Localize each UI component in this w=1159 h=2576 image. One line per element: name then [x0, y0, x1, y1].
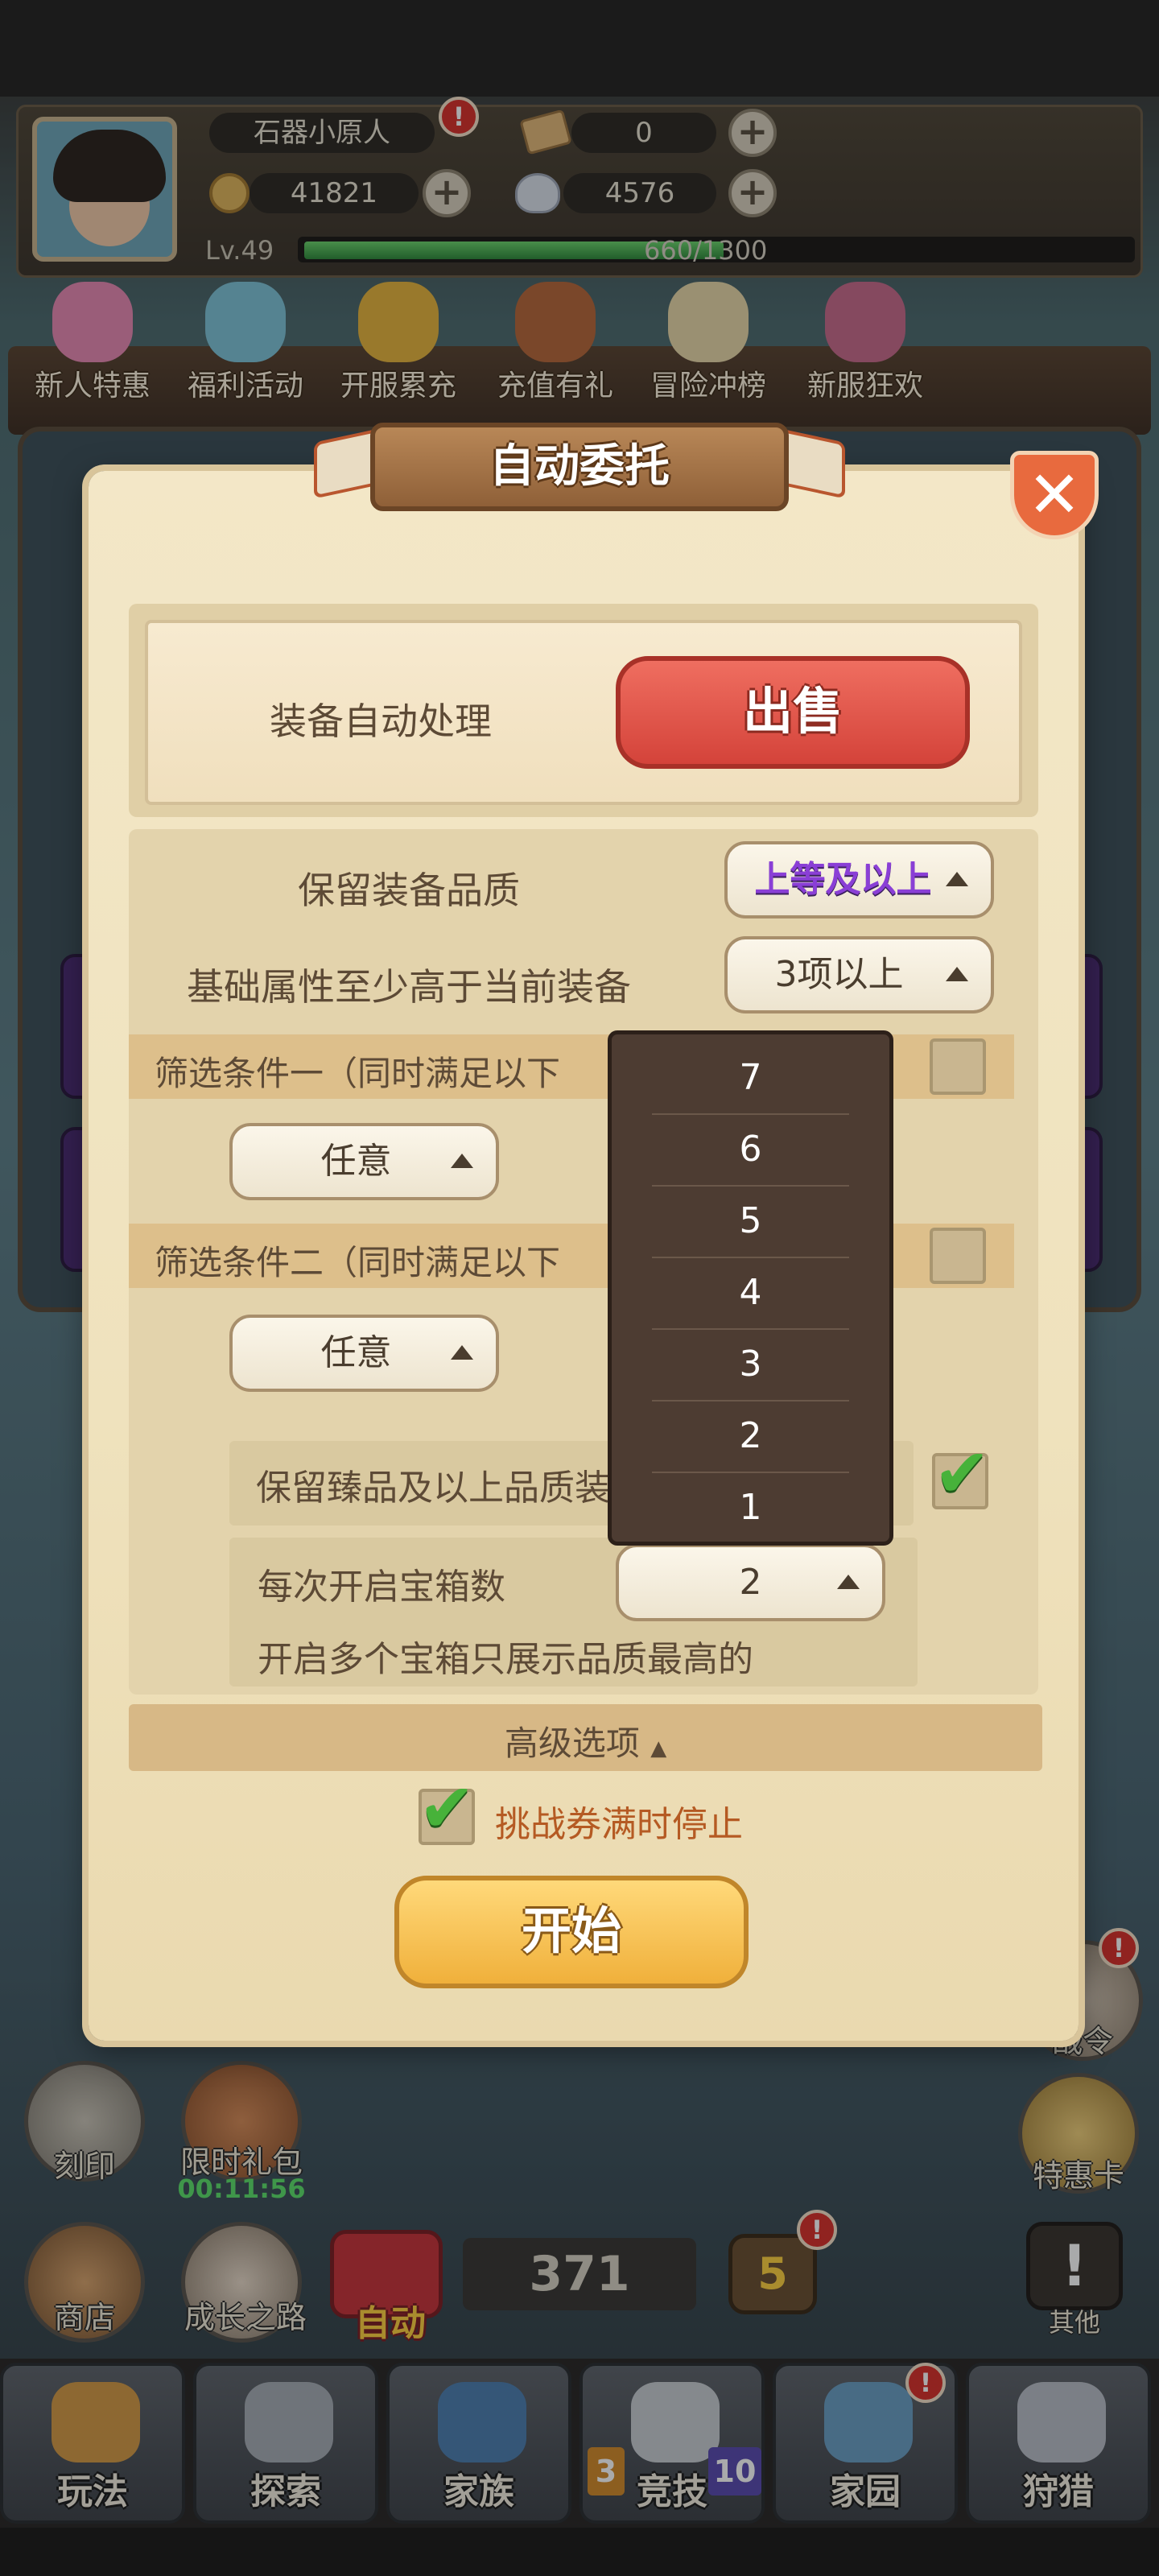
- base-attr-label: 基础属性至少高于当前装备: [187, 965, 631, 1009]
- stop-when-full-label: 挑战券满时停止: [495, 1804, 743, 1845]
- advanced-options-label: 高级选项: [504, 1724, 640, 1763]
- dropdown-option[interactable]: 5: [612, 1186, 889, 1257]
- filter2-checkbox[interactable]: [930, 1228, 986, 1284]
- filter2-label: 筛选条件二（同时满足以下: [155, 1243, 561, 1282]
- close-button[interactable]: ✕: [1010, 451, 1099, 539]
- filter1-label: 筛选条件一（同时满足以下: [155, 1054, 561, 1093]
- chevron-up-icon: [451, 1345, 473, 1360]
- chests-label: 每次开启宝箱数: [258, 1567, 505, 1608]
- keep-quality-dropdown[interactable]: 上等及以上: [724, 841, 994, 919]
- filter2-select-dropdown[interactable]: 任意: [229, 1315, 499, 1392]
- start-button[interactable]: 开始: [394, 1876, 749, 1988]
- dropdown-option[interactable]: 4: [612, 1257, 889, 1328]
- modal-title: 自动委托: [489, 440, 670, 493]
- keep-quality-label: 保留装备品质: [298, 869, 520, 912]
- equip-auto-label: 装备自动处理: [270, 700, 492, 743]
- dropdown-option[interactable]: 1: [612, 1472, 889, 1543]
- dropdown-option[interactable]: 2: [612, 1401, 889, 1472]
- dropdown-option[interactable]: 3: [612, 1329, 889, 1400]
- sell-button[interactable]: 出售: [616, 656, 970, 769]
- advanced-options-row: 高级选项 ▲: [129, 1716, 1042, 1765]
- filter1-select-dropdown[interactable]: 任意: [229, 1123, 499, 1200]
- dropdown-option[interactable]: 6: [612, 1114, 889, 1185]
- filter1-checkbox[interactable]: [930, 1038, 986, 1095]
- chests-note: 开启多个宝箱只展示品质最高的: [258, 1639, 753, 1680]
- chests-dropdown[interactable]: 2: [616, 1544, 885, 1621]
- chevron-up-icon: [837, 1575, 860, 1589]
- caret-up-icon: ▲: [650, 1736, 667, 1761]
- chevron-up-icon: [946, 872, 968, 886]
- close-icon: ✕: [1027, 457, 1082, 532]
- keep-rare-label: 保留臻品及以上品质装: [256, 1468, 610, 1509]
- chevron-up-icon: [451, 1154, 473, 1168]
- chevron-up-icon: [946, 967, 968, 981]
- count-dropdown-list: 7 6 5 4 3 2 1: [608, 1030, 893, 1546]
- checkmark-icon: ✔: [419, 1769, 476, 1847]
- dropdown-option[interactable]: 7: [612, 1042, 889, 1113]
- checkmark-icon: ✔: [934, 1434, 991, 1513]
- base-attr-dropdown[interactable]: 3项以上: [724, 936, 994, 1013]
